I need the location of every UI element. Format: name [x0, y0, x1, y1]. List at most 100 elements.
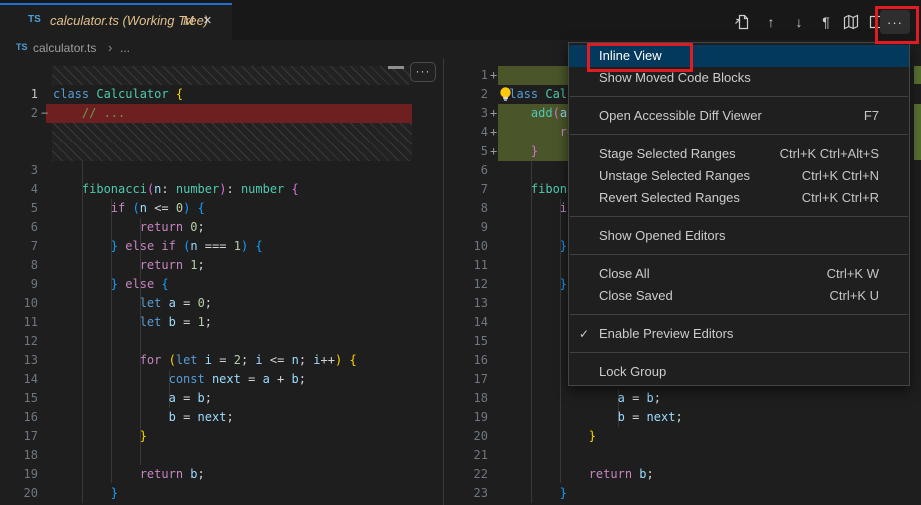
- code-text: return b;: [502, 465, 654, 484]
- code-row[interactable]: 8 return 1;: [0, 256, 413, 275]
- chevron-right-icon: ›: [108, 40, 112, 55]
- code-text: b = next;: [502, 408, 683, 427]
- breadcrumb-file[interactable]: calculator.ts: [33, 41, 96, 55]
- line-number: 13: [444, 294, 488, 313]
- code-row[interactable]: 9 } else {: [0, 275, 413, 294]
- menu-item-shortcut: Ctrl+K Ctrl+R: [802, 187, 879, 209]
- menu-item-label: Show Opened Editors: [599, 228, 725, 243]
- menu-item-unstage-selected-ranges[interactable]: Unstage Selected RangesCtrl+K Ctrl+N: [569, 165, 909, 187]
- code-row[interactable]: 18 a = b;: [444, 389, 921, 408]
- menu-separator: [570, 96, 908, 97]
- diff-original-pane[interactable]: 1class Calculator {2− // ... 34 fibonacci…: [0, 58, 413, 505]
- code-row[interactable]: 7 } else if (n === 1) {: [0, 237, 413, 256]
- code-text: }: [502, 427, 596, 446]
- menu-item-revert-selected-ranges[interactable]: Revert Selected Ranges Ctrl+K Ctrl+R: [569, 187, 909, 209]
- checkmark-icon: ✓: [579, 323, 589, 345]
- code-text: if (n <= 0) {: [53, 199, 205, 218]
- menu-item-lock-group[interactable]: Lock Group: [569, 361, 909, 383]
- line-number: 20: [444, 427, 488, 446]
- code-row[interactable]: 5 if (n <= 0) {: [0, 199, 413, 218]
- line-number: 7: [444, 180, 488, 199]
- code-row[interactable]: 20 }: [0, 484, 413, 503]
- code-text: let a = 0;: [53, 294, 212, 313]
- code-row[interactable]: 10 let a = 0;: [0, 294, 413, 313]
- code-row[interactable]: 21: [444, 446, 921, 465]
- code-row[interactable]: 6 return 0;: [0, 218, 413, 237]
- code-row[interactable]: 16 b = next;: [0, 408, 413, 427]
- menu-item-open-accessible-diff-viewer[interactable]: Open Accessible Diff ViewerF7: [569, 105, 909, 127]
- whitespace-icon[interactable]: ¶: [815, 11, 837, 33]
- deleted-region-marker: [388, 66, 404, 69]
- line-number: 22: [444, 465, 488, 484]
- code-row[interactable]: 11 let b = 1;: [0, 313, 413, 332]
- menu-item-label: Unstage Selected Ranges: [599, 168, 750, 183]
- tab-calculator-working-tree[interactable]: TS calculator.ts (Working Tree) M ×: [0, 3, 232, 40]
- line-number: 15: [0, 389, 38, 408]
- menu-separator: [570, 314, 908, 315]
- menu-item-show-opened-editors[interactable]: Show Opened Editors: [569, 225, 909, 247]
- line-number: 15: [444, 332, 488, 351]
- next-change-icon[interactable]: ↓: [788, 11, 810, 33]
- line-number: 7: [0, 237, 38, 256]
- menu-item-inline-view[interactable]: Inline View: [569, 45, 909, 67]
- menu-item-show-moved-code-blocks[interactable]: Show Moved Code Blocks: [569, 67, 909, 89]
- line-number: 4: [0, 180, 38, 199]
- hunk-more-actions-icon[interactable]: ···: [410, 62, 436, 82]
- menu-item-label: Open Accessible Diff Viewer: [599, 108, 762, 123]
- line-number: 17: [444, 370, 488, 389]
- code-row[interactable]: 12: [0, 332, 413, 351]
- code-row[interactable]: 20 }: [444, 427, 921, 446]
- code-row[interactable]: 1class Calculator {: [0, 85, 413, 104]
- code-row[interactable]: 2− // ...: [0, 104, 413, 123]
- menu-item-close-saved[interactable]: Close SavedCtrl+K U: [569, 285, 909, 307]
- code-row[interactable]: 19 b = next;: [444, 408, 921, 427]
- code-row[interactable]: 3: [0, 161, 413, 180]
- menu-item-stage-selected-ranges[interactable]: Stage Selected RangesCtrl+K Ctrl+Alt+S: [569, 143, 909, 165]
- code-row[interactable]: 23 }: [444, 484, 921, 503]
- menu-item-enable-preview-editors[interactable]: ✓Enable Preview Editors: [569, 323, 909, 345]
- code-row[interactable]: 17 }: [0, 427, 413, 446]
- code-text: b = next;: [53, 408, 234, 427]
- breadcrumb[interactable]: TS calculator.ts › ...: [0, 40, 460, 58]
- line-number: 5: [0, 199, 38, 218]
- menu-item-label: Lock Group: [599, 364, 666, 379]
- line-number: 23: [444, 484, 488, 503]
- line-number: 21: [444, 446, 488, 465]
- deleted-line-sign: −: [41, 104, 48, 123]
- code-row[interactable]: 14 const next = a + b;: [0, 370, 413, 389]
- code-row[interactable]: 15 a = b;: [0, 389, 413, 408]
- go-to-file-icon[interactable]: [731, 11, 753, 33]
- menu-item-label: Revert Selected Ranges: [599, 190, 740, 205]
- code-text: } else {: [53, 275, 169, 294]
- code-row[interactable]: 19 return b;: [0, 465, 413, 484]
- line-number: 11: [444, 256, 488, 275]
- editor-context-menu: Inline ViewShow Moved Code Blocks Open Ac…: [568, 42, 910, 386]
- more-actions-icon[interactable]: ···: [880, 10, 910, 34]
- menu-item-shortcut: Ctrl+K Ctrl+Alt+S: [780, 143, 879, 165]
- line-number: 2: [0, 104, 38, 123]
- breadcrumb-symbol[interactable]: ...: [120, 41, 130, 55]
- code-row[interactable]: 22 return b;: [444, 465, 921, 484]
- line-number: 6: [444, 161, 488, 180]
- diff-filler-row: [0, 142, 413, 161]
- line-number: 18: [0, 446, 38, 465]
- previous-change-icon[interactable]: ↑: [760, 11, 782, 33]
- vscode-diff-window: TS calculator.ts (Working Tree) M × ↑↓¶ …: [0, 0, 921, 505]
- map-icon[interactable]: [840, 11, 862, 33]
- menu-item-close-all[interactable]: Close AllCtrl+K W: [569, 263, 909, 285]
- line-number: 3: [0, 161, 38, 180]
- code-row[interactable]: 13 for (let i = 2; i <= n; i++) {: [0, 351, 413, 370]
- quick-fix-lightbulb-icon[interactable]: [498, 86, 513, 107]
- line-number: 12: [0, 332, 38, 351]
- code-text: a = b;: [53, 389, 212, 408]
- line-number: 11: [0, 313, 38, 332]
- diff-filler-row: [0, 123, 413, 142]
- line-number: 4: [444, 123, 488, 142]
- line-number: 13: [0, 351, 38, 370]
- line-number: 14: [0, 370, 38, 389]
- code-row[interactable]: 18: [0, 446, 413, 465]
- code-row[interactable]: 4 fibonacci(n: number): number {: [0, 180, 413, 199]
- added-line-sign: +: [490, 66, 497, 85]
- close-tab-icon[interactable]: ×: [203, 12, 212, 29]
- line-number: 19: [444, 408, 488, 427]
